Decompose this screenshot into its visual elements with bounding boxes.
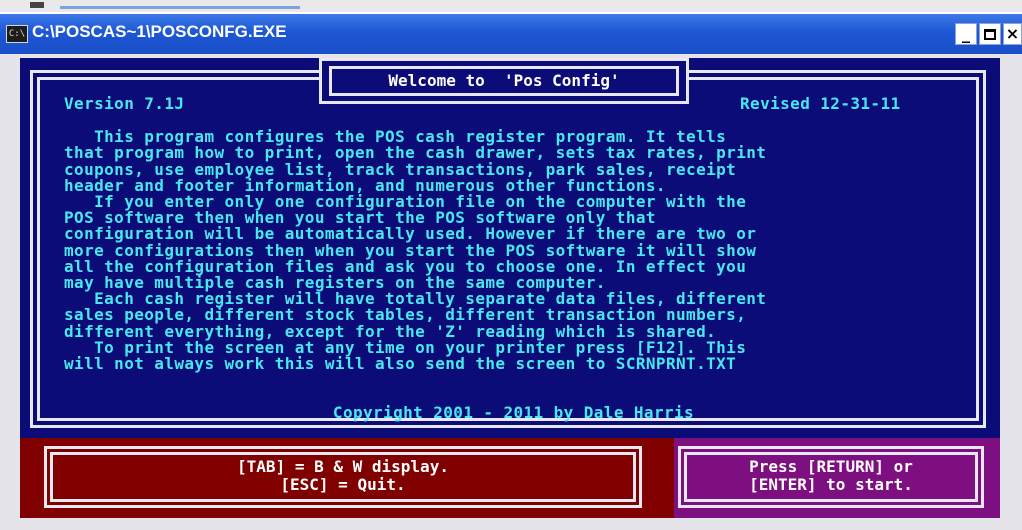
- esc-key-hint: [ESC] = Quit.: [280, 475, 406, 494]
- desktop-strip-mark: [30, 2, 44, 8]
- desktop-strip: [0, 0, 1022, 12]
- version-label: Version 7.1J: [64, 94, 185, 113]
- window-title: C:\POSCAS~1\POSCONFG.EXE: [32, 22, 287, 41]
- console-app-icon[interactable]: C:\: [6, 25, 28, 43]
- welcome-title-box: Welcome to 'Pos Config': [319, 58, 689, 104]
- description-line: will not always work this will also send…: [64, 354, 737, 374]
- revised-date: Revised 12-31-11: [740, 94, 901, 113]
- start-prompt-line-2: [ENTER] to start.: [749, 475, 913, 494]
- maximize-button[interactable]: [979, 23, 1001, 45]
- tab-key-hint: [TAB] = B & W display.: [237, 457, 449, 476]
- minimize-button[interactable]: _: [955, 23, 977, 45]
- maximize-icon: [984, 29, 996, 40]
- welcome-title-inner-border: Welcome to 'Pos Config': [329, 66, 679, 96]
- description-text: This program configures the POS cash reg…: [64, 113, 766, 388]
- desktop-strip-bar: [60, 6, 300, 9]
- welcome-title: Welcome to 'Pos Config': [388, 71, 620, 90]
- close-button[interactable]: ×: [1003, 23, 1022, 45]
- window-titlebar[interactable]: C:\ C:\POSCAS~1\POSCONFG.EXE _ ×: [0, 14, 1022, 54]
- copyright-notice: Copyright 2001 - 2011 by Dale Harris: [332, 403, 695, 422]
- start-prompt-line-1: Press [RETURN] or: [749, 457, 913, 476]
